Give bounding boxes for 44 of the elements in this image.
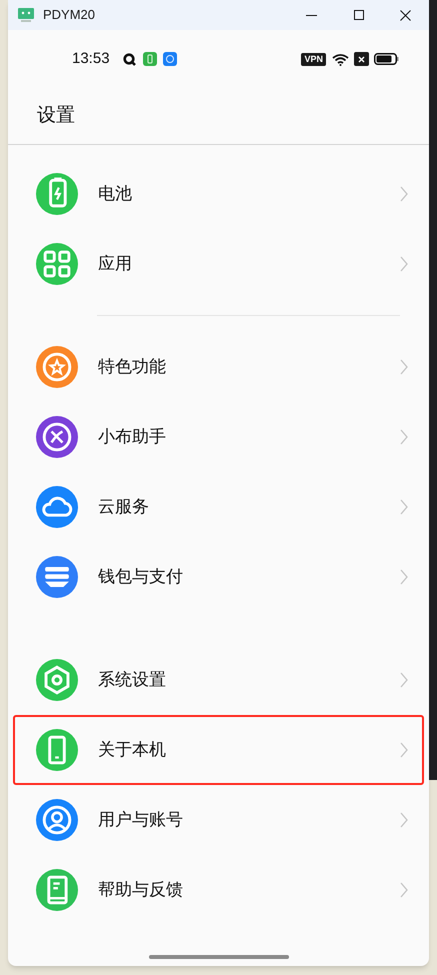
settings-item[interactable]: 小布助手 bbox=[13, 402, 424, 472]
chevron-icon bbox=[400, 499, 408, 515]
settings-item[interactable]: 系统设置 bbox=[13, 645, 424, 715]
maximize-icon bbox=[354, 10, 364, 20]
settings-item[interactable]: 用户与账号 bbox=[13, 785, 424, 855]
settings-item[interactable]: 钱包与支付 bbox=[13, 542, 424, 612]
battery-icon bbox=[374, 53, 399, 65]
item-label: 钱包与支付 bbox=[98, 566, 183, 588]
no-signal-icon bbox=[354, 52, 369, 66]
chevron-icon bbox=[400, 672, 408, 688]
chevron-icon bbox=[400, 256, 408, 272]
q-logo-icon bbox=[122, 52, 136, 66]
chevron-icon bbox=[400, 186, 408, 202]
clock: 13:53 bbox=[72, 48, 110, 69]
android-icon bbox=[18, 8, 34, 22]
chevron-icon bbox=[400, 359, 408, 375]
window-title: PDYM20 bbox=[43, 6, 96, 24]
settings-item[interactable]: 帮助与反馈 bbox=[13, 855, 424, 925]
item-label: 电池 bbox=[98, 183, 132, 206]
settings-item[interactable]: 关于本机 bbox=[13, 715, 424, 785]
settings-item[interactable]: 云服务 bbox=[13, 472, 424, 542]
app-notification-icon bbox=[162, 52, 177, 66]
chevron-icon bbox=[400, 569, 408, 585]
vpn-badge: VPN bbox=[301, 52, 326, 66]
item-label: 用户与账号 bbox=[98, 809, 183, 832]
page-title: 设置 bbox=[37, 104, 75, 128]
settings-item[interactable]: 应用 bbox=[13, 229, 424, 299]
item-label: 系统设置 bbox=[98, 669, 166, 692]
close-icon bbox=[400, 10, 411, 20]
chevron-icon bbox=[400, 812, 408, 828]
chevron-icon bbox=[400, 429, 408, 445]
item-label: 应用 bbox=[98, 253, 132, 276]
item-label: 云服务 bbox=[98, 496, 149, 518]
item-label: 帮助与反馈 bbox=[98, 879, 183, 902]
item-label: 关于本机 bbox=[98, 739, 166, 762]
settings-item[interactable]: 特色功能 bbox=[13, 332, 424, 402]
item-label: 特色功能 bbox=[98, 356, 166, 378]
minimize-icon bbox=[306, 14, 317, 16]
settings-item[interactable]: 电池 bbox=[13, 159, 424, 229]
chevron-icon bbox=[400, 882, 408, 898]
chevron-icon bbox=[400, 742, 408, 758]
wifi-icon bbox=[332, 52, 349, 66]
app-notification-icon bbox=[142, 52, 157, 66]
item-label: 小布助手 bbox=[98, 426, 166, 448]
